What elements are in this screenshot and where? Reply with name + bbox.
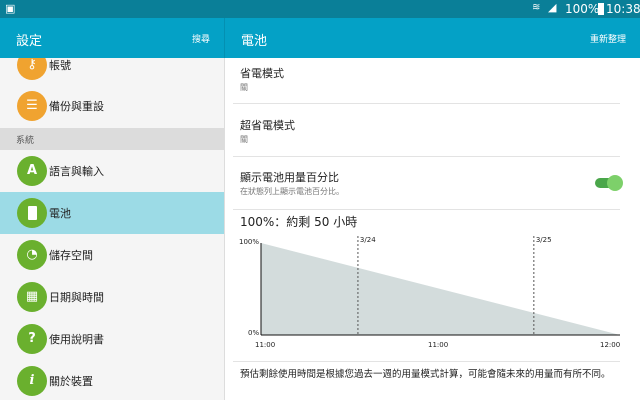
battery-percent: 100% (565, 2, 600, 16)
calendar-clock-icon: ▦ (17, 282, 47, 312)
show-percentage-toggle[interactable] (595, 175, 623, 191)
sidebar-item-label: 帳號 (49, 59, 71, 72)
x-label-end: 12:00 (600, 341, 620, 349)
sidebar-item-label: 關於裝置 (49, 375, 93, 388)
battery-title: 電池 (241, 34, 268, 49)
battery-icon (17, 198, 47, 228)
sidebar-item-battery[interactable]: 電池 (0, 192, 224, 234)
battery-estimate: 100%：約剩 50 小時 (240, 215, 358, 229)
settings-header: 設定 搜尋 (0, 18, 224, 58)
power-saving-title: 省電模式 (240, 67, 284, 80)
clipboard-icon: ▣ (5, 2, 16, 15)
search-button[interactable]: 搜尋 (192, 32, 210, 45)
wifi-icon: ≋ (532, 2, 541, 13)
ultra-power-saving-title: 超省電模式 (240, 119, 295, 132)
sidebar-item-label: 電池 (49, 207, 71, 220)
sidebar-item-date-time[interactable]: ▦ 日期與時間 (0, 276, 224, 318)
section-label: 系統 (16, 136, 35, 146)
sidebar-item-label: 日期與時間 (49, 291, 104, 304)
power-saving-mode[interactable] (225, 58, 640, 103)
sidebar-item-storage[interactable]: ◔ 儲存空間 (0, 234, 224, 276)
estimate-footnote: 預估剩餘使用時間是根據您過去一週的用量模式計算，可能會隨未來的用量而有所不同。 (240, 369, 611, 380)
help-book-icon: ? (17, 324, 47, 354)
storage-icon: ◔ (17, 240, 47, 270)
settings-title: 設定 (16, 34, 43, 49)
key-icon: ⚷ (17, 58, 47, 80)
info-icon: i (17, 366, 47, 396)
divider (233, 156, 620, 157)
y-label-0: 0% (248, 329, 259, 337)
battery-header: 電池 重新整理 (225, 18, 640, 58)
sidebar-item-backup-reset[interactable]: ☰ 備份與重設 (0, 85, 224, 127)
section-header-system: 系統 (0, 128, 224, 150)
refresh-button[interactable]: 重新整理 (590, 32, 626, 45)
x-label-mid: 11:00 (428, 341, 448, 349)
language-icon: A (17, 156, 47, 186)
date-marker-label: 3/24 (360, 236, 376, 244)
divider (233, 209, 620, 210)
status-bar: ▣ ≋ ◢ 100% 10:38 (0, 0, 640, 18)
sidebar-item-label: 儲存空間 (49, 249, 93, 262)
sidebar-item-user-manual[interactable]: ? 使用說明書 (0, 318, 224, 360)
sidebar-item-about-device[interactable]: i 關於裝置 (0, 360, 224, 400)
divider (233, 361, 620, 362)
sidebar-item-label: 使用說明書 (49, 333, 104, 346)
x-label-start: 11:00 (255, 341, 275, 349)
backup-icon: ☰ (17, 91, 47, 121)
sidebar-item-language-input[interactable]: A 語言與輸入 (0, 150, 224, 192)
battery-level-area (261, 243, 620, 335)
sidebar-item-label: 備份與重設 (49, 100, 104, 113)
sidebar-item-label: 語言與輸入 (49, 165, 104, 178)
y-label-100: 100% (239, 238, 259, 246)
battery-icon (598, 3, 604, 15)
clock: 10:38 (606, 2, 640, 16)
show-percentage-subtitle: 在狀態列上顯示電池百分比。 (240, 187, 344, 196)
date-marker-label: 3/25 (536, 236, 552, 244)
power-saving-value: 關 (240, 83, 248, 92)
show-percentage-title: 顯示電池用量百分比 (240, 171, 339, 184)
sidebar-item-account[interactable]: ⚷ 帳號 (0, 58, 224, 86)
signal-icon: ◢ (548, 1, 557, 14)
battery-usage-graph: 3/24 3/25 100% 0% 11:00 11:00 12:00 (239, 236, 620, 349)
sidebar[interactable]: ⚷ 帳號 ☰ 備份與重設 系統 A 語言與輸入 電池 ◔ 儲存空間 ▦ 日期與時… (0, 58, 224, 400)
ultra-power-saving-value: 關 (240, 135, 248, 144)
